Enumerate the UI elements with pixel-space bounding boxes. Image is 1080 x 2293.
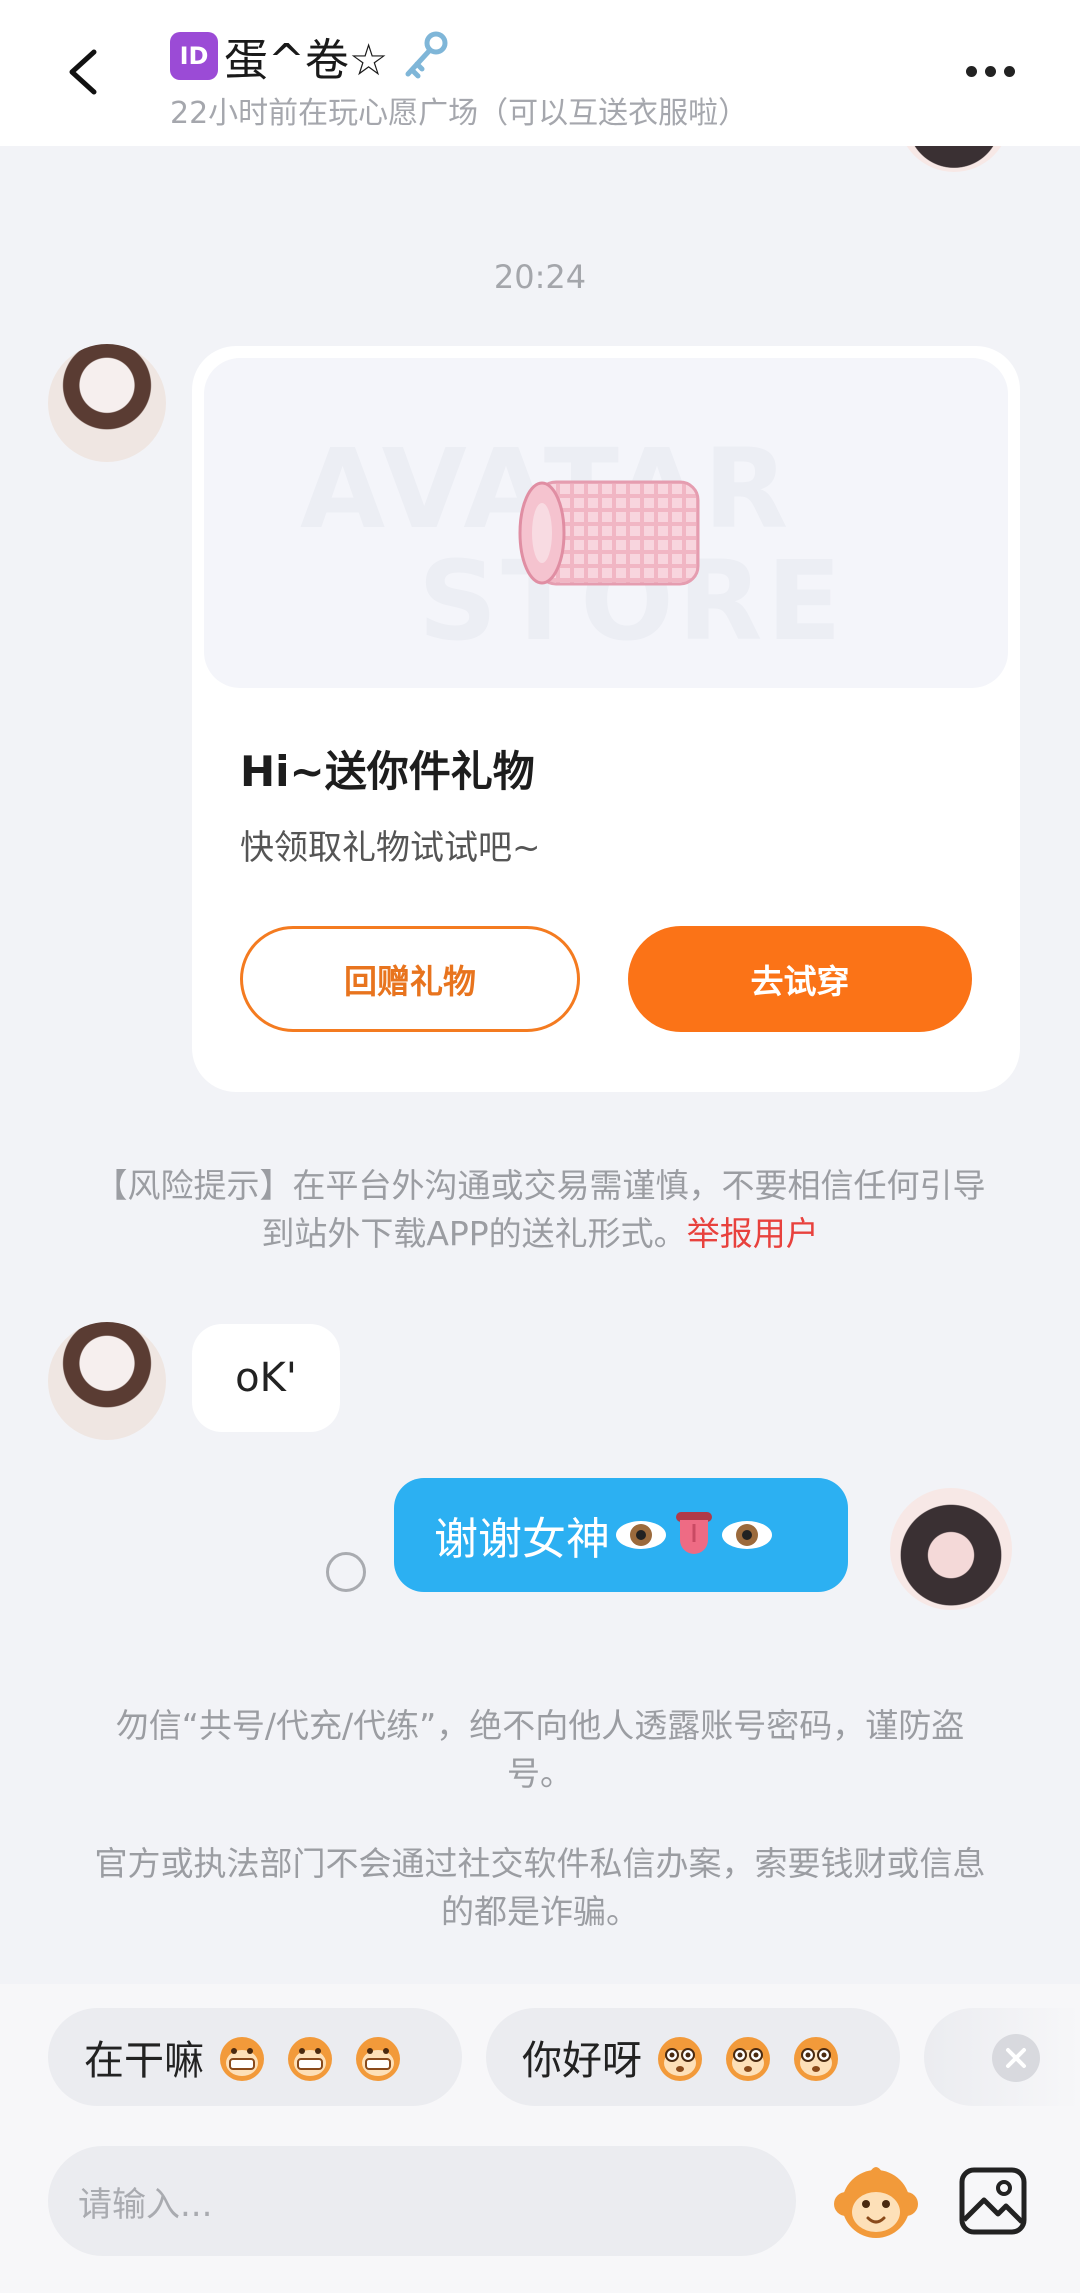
- self-avatar[interactable]: [890, 1488, 1012, 1610]
- outgoing-message-bubble[interactable]: 谢谢女神: [394, 1478, 848, 1592]
- message-status-circle: [326, 1552, 366, 1592]
- contact-status: 22小时前在玩心愿广场（可以互送衣服啦）: [170, 96, 749, 131]
- back-arrow-icon[interactable]: [58, 44, 114, 100]
- message-timestamp: 20:24: [493, 258, 587, 296]
- curious-monkey-icon: [658, 2037, 702, 2081]
- curious-monkey-icon-2: [726, 2037, 770, 2081]
- grinning-monkey-icon-2: [288, 2037, 332, 2081]
- eye-icon: [616, 1521, 666, 1549]
- safety-notice-fraud: 官方或执法部门不会通过社交软件私信办案，索要钱财或信息的都是诈骗。: [94, 1844, 986, 1931]
- incoming-message-bubble[interactable]: oK': [192, 1324, 340, 1432]
- hair-roller-gift-icon: [518, 480, 700, 586]
- contact-name: 蛋^卷☆: [224, 35, 389, 86]
- grinning-monkey-icon: [220, 2037, 264, 2081]
- grinning-monkey-icon-3: [356, 2037, 400, 2081]
- return-gift-button[interactable]: 回赠礼物: [240, 926, 580, 1032]
- try-on-button[interactable]: 去试穿: [628, 926, 972, 1032]
- more-options-icon[interactable]: [966, 66, 1015, 77]
- risk-notice-text: 【风险提示】在平台外沟通或交易需谨慎，不要相信任何引导到站外下载APP的送礼形式…: [94, 1166, 986, 1253]
- image-picker-icon[interactable]: [958, 2166, 1028, 2236]
- quick-reply-1[interactable]: 在干嘛: [48, 2008, 462, 2106]
- eye-icon-2: [722, 1521, 772, 1549]
- gift-subtitle: 快领取礼物试试吧~: [240, 828, 541, 868]
- chat-header: ID 蛋^卷☆ 22小时前在玩心愿广场（可以互送衣服啦）: [0, 0, 1080, 146]
- close-icon: [1006, 2048, 1026, 2068]
- safety-notice-account: 勿信“共号/代充/代练”，绝不向他人透露账号密码，谨防盗号。: [115, 1706, 965, 1793]
- id-badge: ID: [170, 32, 218, 80]
- contact-title[interactable]: ID 蛋^卷☆: [170, 26, 452, 86]
- message-input[interactable]: 请输入...: [48, 2146, 796, 2256]
- contact-avatar[interactable]: [48, 344, 166, 462]
- close-quick-replies-button[interactable]: [992, 2034, 1040, 2082]
- curious-monkey-icon-3: [794, 2037, 838, 2081]
- gift-image: AVATAR STORE: [204, 358, 1008, 688]
- gift-title: Hi~送你件礼物: [240, 747, 535, 796]
- monkey-emoji-button-icon[interactable]: [832, 2160, 920, 2248]
- risk-notice: 【风险提示】在平台外沟通或交易需谨慎，不要相信任何引导到站外下载APP的送礼形式…: [80, 1162, 1000, 1258]
- gift-card[interactable]: AVATAR STORE Hi~送你件礼物 快领取礼物试试吧~ 回赠礼物 去试穿: [192, 346, 1020, 1092]
- quick-reply-2-text: 你好呀: [522, 2038, 642, 2084]
- quick-reply-2[interactable]: 你好呀: [486, 2008, 900, 2106]
- quick-reply-1-text: 在干嘛: [84, 2038, 204, 2084]
- message-input-placeholder: 请输入...: [78, 2184, 213, 2225]
- tongue-icon: [676, 1512, 712, 1554]
- outgoing-message-text: 谢谢女神: [434, 1514, 610, 1565]
- key-icon: [405, 31, 448, 79]
- report-user-link[interactable]: 举报用户: [687, 1214, 819, 1253]
- contact-avatar-2[interactable]: [48, 1322, 166, 1440]
